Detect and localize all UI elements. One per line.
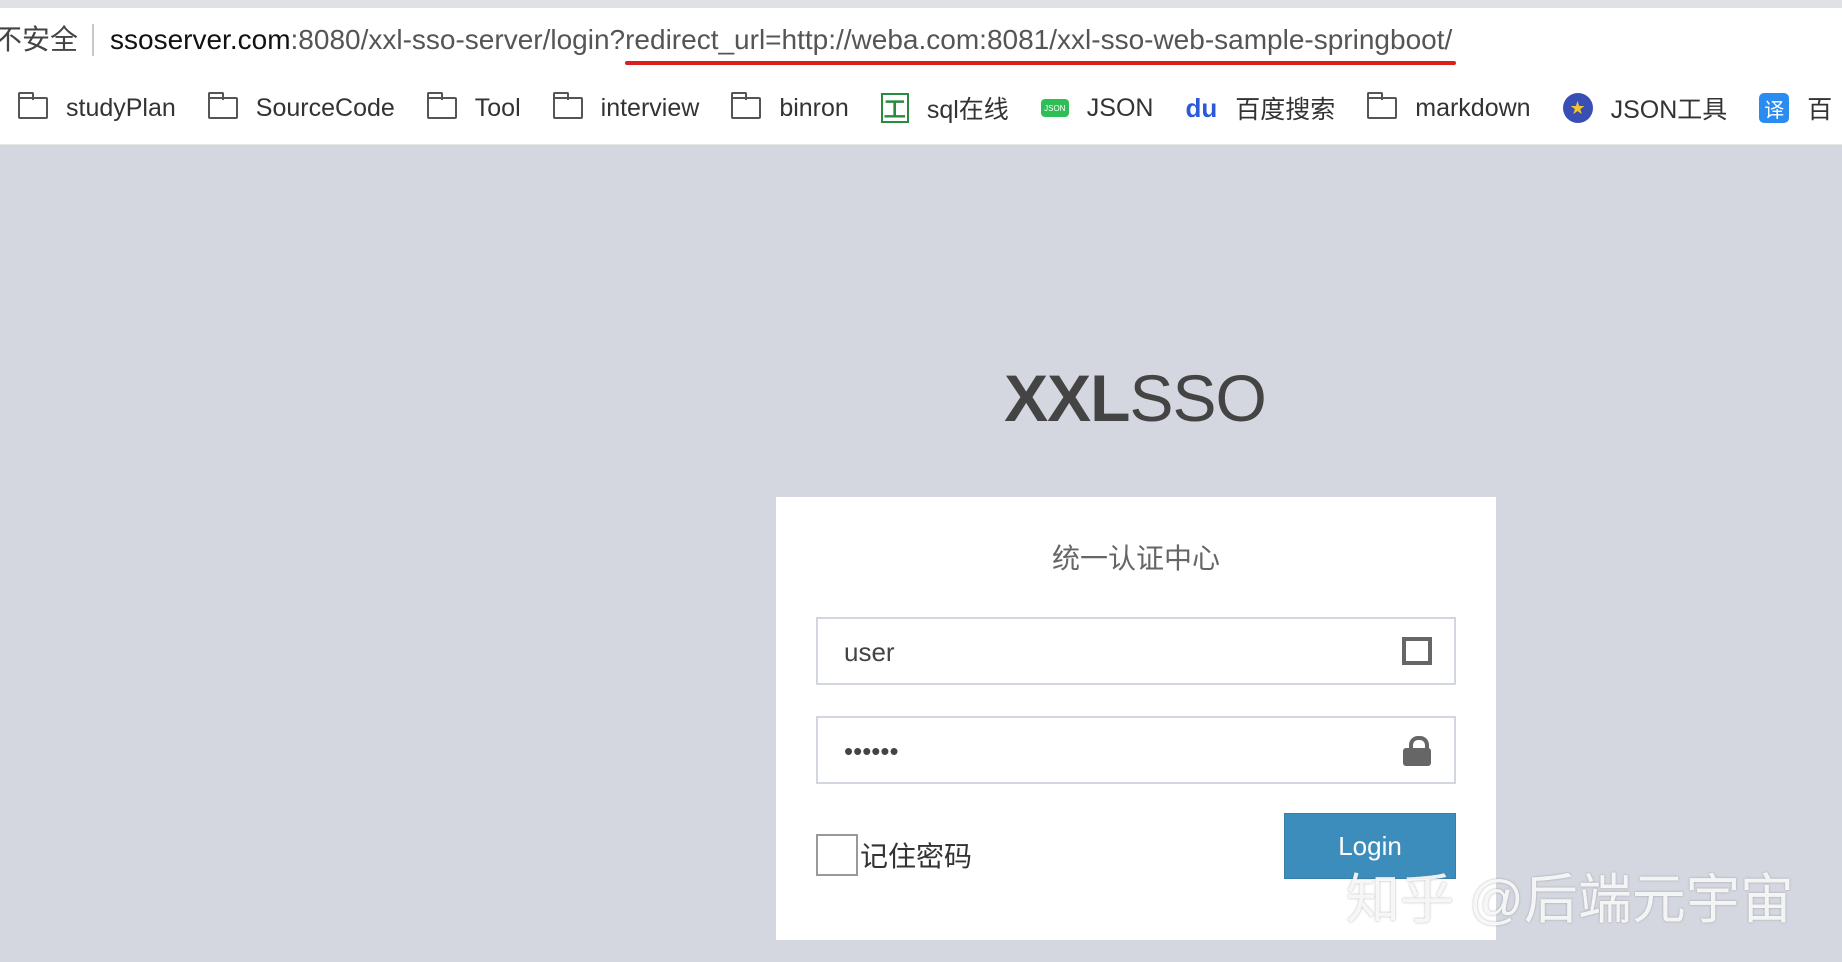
bookmark-label: JSON bbox=[1086, 93, 1154, 122]
remember-checkbox[interactable] bbox=[816, 834, 858, 876]
bookmark-binron[interactable]: binron bbox=[731, 92, 849, 123]
bookmark-label: markdown bbox=[1415, 93, 1531, 122]
bookmark-label: sql在线 bbox=[926, 96, 1009, 124]
bookmark-label: JSON工具 bbox=[1610, 96, 1728, 124]
address-bar[interactable]: 不安全 ssoserver.com:8080/xxl-sso-server/lo… bbox=[0, 0, 1842, 72]
folder-icon bbox=[731, 92, 762, 119]
bookmark-tool[interactable]: Tool bbox=[426, 92, 521, 123]
logo-bold-part: XXL bbox=[1004, 361, 1130, 435]
password-input[interactable] bbox=[842, 718, 1406, 784]
app-logo: XXLSSO bbox=[0, 360, 1842, 436]
url-query-underlined: redirect_url=http://weba.com:8081/xxl-ss… bbox=[625, 24, 1453, 55]
login-title: 统一认证中心 bbox=[1051, 543, 1220, 574]
logo-light-part: SSO bbox=[1129, 361, 1266, 435]
bookmark-label: SourceCode bbox=[255, 93, 395, 122]
username-field[interactable] bbox=[816, 617, 1456, 685]
bookmark-interview[interactable]: interview bbox=[552, 92, 700, 123]
json-tool-icon: ★ bbox=[1562, 93, 1593, 123]
bookmark-baidu[interactable]: du 百度搜索 bbox=[1185, 90, 1335, 126]
bookmark-markdown[interactable]: markdown bbox=[1367, 92, 1531, 123]
bookmark-translate[interactable]: 译 百 bbox=[1759, 90, 1832, 126]
bookmark-label: 百度搜索 bbox=[1235, 96, 1336, 124]
bookmark-json-tool[interactable]: ★ JSON工具 bbox=[1562, 90, 1728, 126]
bookmark-label: Tool bbox=[474, 93, 521, 122]
bookmark-label: studyPlan bbox=[66, 93, 176, 122]
bookmark-label: binron bbox=[779, 93, 849, 122]
username-input[interactable] bbox=[842, 619, 1406, 685]
translate-icon: 译 bbox=[1759, 93, 1790, 123]
envelope-icon bbox=[1402, 637, 1432, 665]
bookmark-label: 百 bbox=[1807, 96, 1833, 124]
bookmark-json[interactable]: JSON JSON bbox=[1040, 93, 1154, 123]
lock-icon bbox=[1402, 736, 1432, 766]
url-text[interactable]: ssoserver.com:8080/xxl-sso-server/login?… bbox=[110, 24, 1452, 56]
security-indicator[interactable]: 不安全 bbox=[0, 24, 95, 56]
password-field[interactable] bbox=[816, 716, 1456, 784]
folder-icon bbox=[552, 92, 583, 119]
folder-icon bbox=[1367, 92, 1398, 119]
baidu-paw-icon: du bbox=[1185, 92, 1218, 123]
bookmark-label: interview bbox=[600, 93, 700, 122]
url-host: ssoserver.com bbox=[110, 24, 291, 55]
bookmark-studyplan[interactable]: studyPlan bbox=[18, 92, 176, 123]
url-path: :8080/xxl-sso-server/login? bbox=[290, 24, 626, 55]
bookmarks-bar: studyPlan SourceCode Tool interview binr… bbox=[0, 72, 1842, 145]
remember-label: 记住密码 bbox=[860, 841, 973, 872]
folder-icon bbox=[18, 92, 48, 119]
watermark: 知乎 @后端元宇宙 bbox=[1346, 870, 1794, 930]
remember-password[interactable]: 记住密码 bbox=[816, 834, 972, 876]
folder-icon bbox=[426, 92, 457, 119]
folder-icon bbox=[207, 92, 238, 119]
sql-tool-icon: 工 bbox=[880, 93, 909, 123]
json-badge-icon: JSON bbox=[1040, 99, 1069, 117]
bookmark-sourcecode[interactable]: SourceCode bbox=[207, 92, 395, 123]
bookmark-sql-online[interactable]: 工 sql在线 bbox=[880, 90, 1009, 126]
